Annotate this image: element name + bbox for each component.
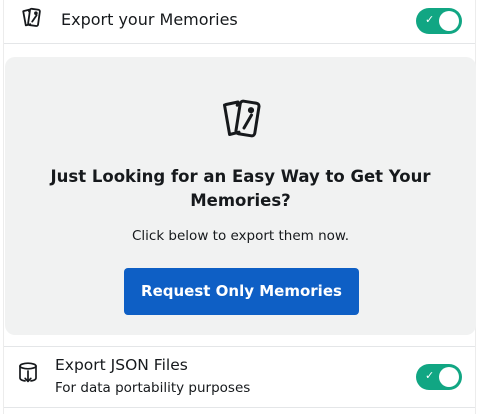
toggle-knob [439,11,459,31]
settings-panel: Export your Memories ✓ Just Looking for … [3,0,476,414]
check-icon: ✓ [425,369,435,382]
export-json-toggle[interactable]: ✓ [416,364,462,390]
check-icon: ✓ [425,13,435,26]
export-memories-row[interactable]: Export your Memories ✓ [4,0,475,44]
memories-promo-card: Just Looking for an Easy Way to Get Your… [5,57,476,335]
toggle-knob [439,367,459,387]
database-export-icon [18,361,40,385]
promo-headline: Just Looking for an Easy Way to Get Your… [50,167,431,210]
memories-photos-icon [19,6,43,30]
export-json-label: Export JSON Files [55,356,188,374]
export-memories-label: Export your Memories [61,10,238,29]
export-json-sublabel: For data portability purposes [55,380,251,396]
request-only-memories-button[interactable]: Request Only Memories [124,268,359,315]
memories-photos-icon [220,98,266,142]
export-json-row[interactable]: Export JSON Files For data portability p… [4,346,475,408]
export-memories-toggle[interactable]: ✓ [416,8,462,34]
promo-subtext: Click below to export them now. [131,228,350,244]
